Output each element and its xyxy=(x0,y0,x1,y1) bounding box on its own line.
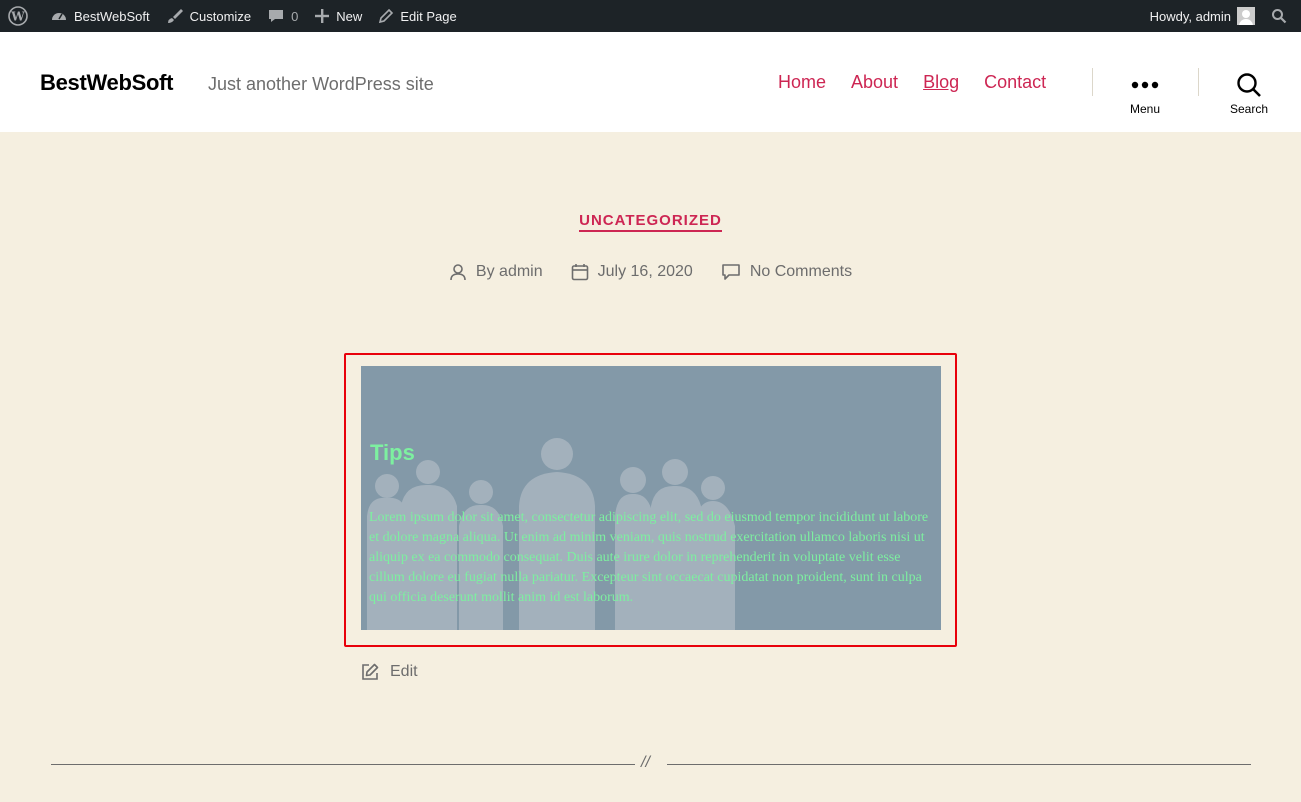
admin-bar-customize-label: Customize xyxy=(189,8,252,24)
dashboard-icon xyxy=(52,13,66,20)
avatar xyxy=(1237,7,1255,25)
ellipsis-icon xyxy=(1131,81,1159,89)
search-toggle-button[interactable]: Search xyxy=(1214,72,1284,116)
admin-bar-site-link[interactable]: BestWebSoft xyxy=(42,0,158,32)
admin-bar-new-link[interactable]: New xyxy=(306,0,370,32)
admin-bar-comments-link[interactable]: 0 xyxy=(259,0,306,32)
person-icon xyxy=(450,264,466,281)
svg-text:W: W xyxy=(10,10,25,24)
admin-bar-search-button[interactable] xyxy=(1263,0,1301,32)
post-date[interactable]: July 16, 2020 xyxy=(571,263,693,281)
search-toggle-label: Search xyxy=(1229,102,1269,116)
post-comments-label: No Comments xyxy=(749,263,853,280)
calendar-icon xyxy=(571,264,588,281)
admin-bar-customize-link[interactable]: Customize xyxy=(158,0,259,32)
cover-paragraph: Lorem ipsum dolor sit amet, consectetur … xyxy=(369,510,929,605)
edit-icon xyxy=(362,663,379,680)
nav-item-about[interactable]: About xyxy=(851,72,898,93)
admin-bar-site-name: BestWebSoft xyxy=(74,8,150,24)
site-header: BestWebSoft Just another WordPress site … xyxy=(0,32,1301,132)
primary-nav: Home About Blog Contact xyxy=(778,72,1046,93)
menu-toggle-button[interactable]: Menu xyxy=(1110,72,1180,116)
paintbrush-icon xyxy=(167,9,183,23)
post-author-label: By admin xyxy=(475,263,543,280)
nav-item-blog[interactable]: Blog xyxy=(923,72,959,93)
wordpress-logo-button[interactable]: W xyxy=(0,0,42,32)
comment-bubble-icon xyxy=(269,10,284,22)
menu-toggle-label: Menu xyxy=(1129,102,1161,116)
site-title-link[interactable]: BestWebSoft xyxy=(40,70,174,96)
comment-icon xyxy=(722,264,740,280)
edit-post-link[interactable]: Edit xyxy=(360,662,418,682)
header-divider xyxy=(1092,68,1093,96)
edit-post-label: Edit xyxy=(390,663,418,680)
search-icon xyxy=(1272,9,1287,24)
search-icon xyxy=(1237,73,1261,97)
header-divider xyxy=(1198,68,1199,96)
admin-bar-comments-count: 0 xyxy=(291,8,299,24)
cover-block: Tips Lorem ipsum dolor sit amet, consect… xyxy=(361,366,941,630)
cover-title: Tips xyxy=(370,440,415,465)
category-link[interactable]: UNCATEGORIZED xyxy=(579,212,722,232)
admin-bar-howdy: Howdy, admin xyxy=(1149,8,1231,24)
admin-bar-new-label: New xyxy=(336,8,363,24)
post-separator-mark: // xyxy=(641,754,650,771)
admin-bar-edit-page-label: Edit Page xyxy=(400,8,457,24)
admin-bar-account-link[interactable]: Howdy, admin xyxy=(1142,0,1263,32)
site-description: Just another WordPress site xyxy=(208,74,434,94)
wordpress-icon: W xyxy=(8,6,28,26)
nav-item-home[interactable]: Home xyxy=(778,72,826,93)
post-date-label: July 16, 2020 xyxy=(597,263,693,280)
post-meta: By admin July 16, 2020 No Comments xyxy=(0,263,1301,281)
post-category: UNCATEGORIZED xyxy=(0,212,1301,232)
plus-icon xyxy=(315,9,330,23)
post-author[interactable]: By admin xyxy=(449,263,543,281)
pencil-icon xyxy=(379,8,394,24)
admin-bar-edit-page-link[interactable]: Edit Page xyxy=(370,0,464,32)
admin-bar: W BestWebSoft Customize 0 New Edit Page … xyxy=(0,0,1301,32)
post-comments[interactable]: No Comments xyxy=(721,263,852,281)
post-separator-line xyxy=(51,764,635,765)
post-separator-line xyxy=(667,764,1251,765)
nav-item-contact[interactable]: Contact xyxy=(984,72,1046,93)
